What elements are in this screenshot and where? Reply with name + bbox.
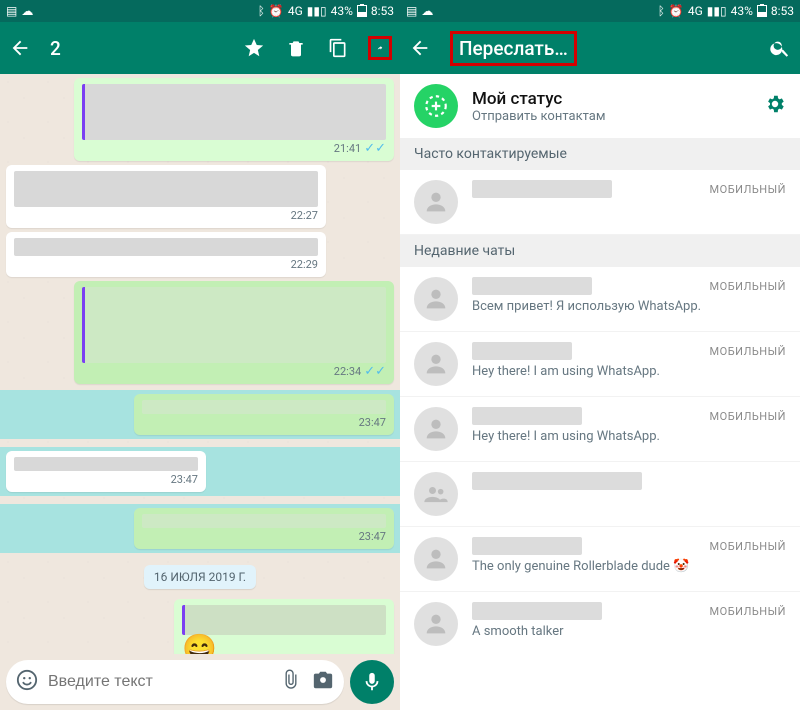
- message-in[interactable]: 22:29: [6, 232, 326, 277]
- contact-status: Всем привет! Я использую WhatsApp.: [472, 299, 786, 314]
- contact-name: [472, 342, 572, 360]
- search-icon[interactable]: [768, 36, 792, 60]
- contact-row[interactable]: МОБИЛЬНЫЙ The only genuine Rollerblade d…: [400, 527, 800, 592]
- contact-status: Hey there! I am using WhatsApp.: [472, 364, 786, 379]
- emoji-content: 😄: [182, 635, 386, 654]
- message-out[interactable]: 22:34✓✓: [74, 281, 394, 384]
- section-frequent: Часто контактируемые: [400, 138, 800, 170]
- message-input-box[interactable]: [6, 660, 344, 704]
- avatar-icon: [414, 277, 458, 321]
- bluetooth-icon: ᛒ: [258, 4, 265, 18]
- contact-status: The only genuine Rollerblade dude 🤡: [472, 559, 786, 574]
- message-out[interactable]: 21:41✓✓: [74, 78, 394, 161]
- status-bar: ▤ ☁ ᛒ ⏰ 4G ▮▮▯ 43% 8:53: [0, 0, 400, 22]
- contact-row[interactable]: МОБИЛЬНЫЙ Всем привет! Я использую Whats…: [400, 267, 800, 332]
- chat-scroll[interactable]: 21:41✓✓ 22:27 22:29 22:34✓✓ 23:47 23:47: [0, 74, 400, 654]
- contact-type: МОБИЛЬНЫЙ: [710, 280, 786, 293]
- contact-row[interactable]: МОБИЛЬНЫЙ A smooth talker: [400, 592, 800, 656]
- contact-status: A smooth talker: [472, 624, 786, 639]
- avatar-icon: [414, 602, 458, 646]
- contact-type: МОБИЛЬНЫЙ: [710, 345, 786, 358]
- contact-name: [472, 537, 582, 555]
- image-icon: ▤: [406, 4, 417, 18]
- avatar-icon: [414, 180, 458, 224]
- contact-row[interactable]: МОБИЛЬНЫЙ Hey there! I am using WhatsApp…: [400, 397, 800, 462]
- selected-row[interactable]: 23:47: [0, 504, 400, 553]
- contact-type: МОБИЛЬНЫЙ: [710, 183, 786, 196]
- clock: 8:53: [771, 4, 794, 18]
- bluetooth-icon: ᛒ: [658, 4, 665, 18]
- my-status-title: Мой статус: [472, 89, 605, 109]
- star-icon[interactable]: [242, 36, 266, 60]
- my-status-row[interactable]: Мой статус Отправить контактам: [400, 74, 800, 138]
- cloud-icon: ☁: [21, 4, 33, 18]
- status-add-icon: [414, 84, 458, 128]
- gear-icon[interactable]: [764, 93, 786, 119]
- attach-icon[interactable]: [280, 669, 302, 695]
- battery-icon: [357, 5, 367, 17]
- forward-title: Переслать…: [450, 31, 577, 66]
- message-input[interactable]: [48, 673, 270, 691]
- battery-icon: [757, 5, 767, 17]
- contact-name: [472, 602, 602, 620]
- signal-icon: ▮▮▯: [307, 4, 327, 18]
- image-icon: ▤: [6, 4, 17, 18]
- forward-pane: ▤ ☁ ᛒ ⏰ 4G ▮▮▯ 43% 8:53 Переслать…: [400, 0, 800, 710]
- contact-type: МОБИЛЬНЫЙ: [710, 410, 786, 423]
- contact-status: Hey there! I am using WhatsApp.: [472, 429, 786, 444]
- battery-pct: 43%: [731, 4, 753, 18]
- composer: [0, 654, 400, 710]
- alarm-icon: ⏰: [669, 4, 684, 18]
- section-recent: Недавние чаты: [400, 235, 800, 267]
- back-icon[interactable]: [408, 36, 432, 60]
- contact-name: [472, 180, 612, 198]
- signal-icon: ▮▮▯: [707, 4, 727, 18]
- alarm-icon: ⏰: [269, 4, 284, 18]
- contact-row[interactable]: МОБИЛЬНЫЙ: [400, 170, 800, 235]
- forward-toolbar: Переслать…: [400, 22, 800, 74]
- message-out[interactable]: 😄 05:34✓✓: [174, 599, 394, 654]
- contact-name: [472, 472, 642, 490]
- forward-list[interactable]: Мой статус Отправить контактам Часто кон…: [400, 74, 800, 710]
- forward-icon[interactable]: [368, 36, 392, 60]
- date-separator: 16 ИЮЛЯ 2019 Г.: [144, 565, 256, 589]
- contact-name: [472, 407, 582, 425]
- mic-button[interactable]: [350, 660, 394, 704]
- status-bar: ▤ ☁ ᛒ ⏰ 4G ▮▮▯ 43% 8:53: [400, 0, 800, 22]
- selection-toolbar: 2: [0, 22, 400, 74]
- contact-name: [472, 277, 592, 295]
- clock: 8:53: [371, 4, 394, 18]
- avatar-icon: [414, 537, 458, 581]
- contact-row[interactable]: [400, 462, 800, 527]
- copy-icon[interactable]: [326, 36, 350, 60]
- battery-pct: 43%: [331, 4, 353, 18]
- network-icon: 4G: [688, 4, 703, 18]
- avatar-icon: [414, 407, 458, 451]
- selected-row[interactable]: 23:47: [0, 390, 400, 439]
- message-in[interactable]: 22:27: [6, 165, 326, 228]
- selection-count: 2: [50, 37, 61, 60]
- contact-row[interactable]: МОБИЛЬНЫЙ Hey there! I am using WhatsApp…: [400, 332, 800, 397]
- delete-icon[interactable]: [284, 36, 308, 60]
- contact-type: МОБИЛЬНЫЙ: [710, 605, 786, 618]
- back-icon[interactable]: [8, 36, 32, 60]
- my-status-subtitle: Отправить контактам: [472, 109, 605, 124]
- camera-icon[interactable]: [312, 669, 334, 695]
- cloud-icon: ☁: [421, 4, 433, 18]
- selected-row[interactable]: 23:47: [0, 447, 400, 496]
- network-icon: 4G: [288, 4, 303, 18]
- group-avatar-icon: [414, 472, 458, 516]
- avatar-icon: [414, 342, 458, 386]
- contact-type: МОБИЛЬНЫЙ: [710, 540, 786, 553]
- emoji-icon[interactable]: [16, 669, 38, 695]
- chat-pane: ▤ ☁ ᛒ ⏰ 4G ▮▮▯ 43% 8:53 2: [0, 0, 400, 710]
